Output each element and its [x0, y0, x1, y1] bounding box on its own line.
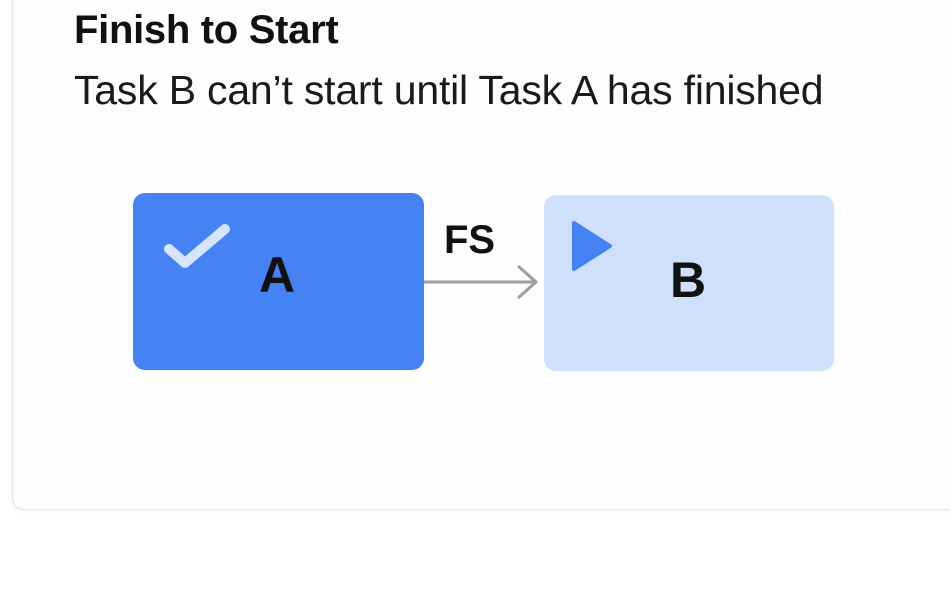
task-a-label: A [259, 247, 296, 303]
card-subtitle: Task B can’t start until Task A has fini… [74, 67, 824, 113]
dependency-arrow [424, 264, 538, 300]
task-a-box: A [133, 193, 424, 370]
dependency-type-label: FS [444, 218, 496, 262]
task-b-label: B [670, 252, 707, 308]
check-icon [164, 224, 230, 268]
play-icon [572, 221, 612, 271]
task-b-box: B [544, 195, 834, 371]
card-title: Finish to Start [74, 8, 339, 52]
